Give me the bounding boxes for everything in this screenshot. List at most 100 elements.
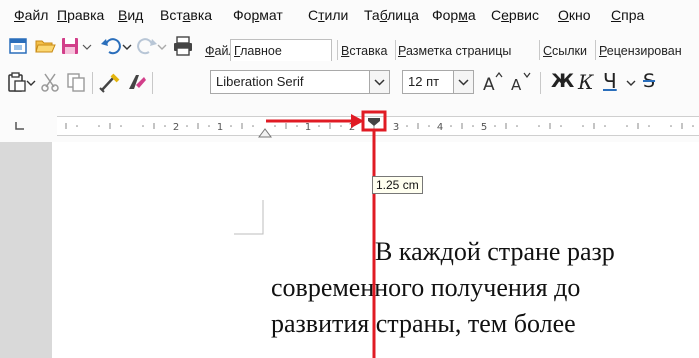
menu-file[interactable]: Файл bbox=[14, 7, 48, 23]
svg-text:A: A bbox=[511, 76, 522, 94]
cut-icon[interactable] bbox=[40, 72, 60, 92]
ruler-label: 5 bbox=[481, 122, 487, 133]
tab-references[interactable]: Ссылки bbox=[543, 44, 587, 58]
ruler-tick bbox=[164, 125, 166, 127]
menu-form[interactable]: Форма bbox=[432, 7, 476, 23]
bold-button[interactable]: Ж bbox=[551, 70, 574, 92]
svg-text:A: A bbox=[483, 75, 495, 94]
ruler-tick bbox=[208, 125, 210, 127]
tab-stop-type-icon[interactable] bbox=[14, 120, 26, 132]
ruler-tick bbox=[252, 125, 254, 127]
save-icon[interactable] bbox=[60, 36, 80, 56]
clone-formatting-icon[interactable] bbox=[98, 71, 120, 93]
redo-icon[interactable] bbox=[136, 35, 158, 57]
tab-page-layout[interactable]: Разметка страницы bbox=[398, 44, 511, 58]
ruler-tick bbox=[428, 125, 430, 127]
ruler-tick bbox=[120, 125, 122, 127]
print-icon[interactable] bbox=[172, 35, 194, 57]
menu-styles[interactable]: Стили bbox=[308, 7, 348, 23]
ruler-tick bbox=[340, 125, 342, 127]
redo-dropdown-icon[interactable] bbox=[157, 38, 167, 54]
ruler-scale: 2 1 1 2 3 4 5 bbox=[65, 122, 694, 133]
menu-tools[interactable]: Сервис bbox=[491, 7, 539, 23]
ruler-tick bbox=[186, 125, 188, 127]
chevron-down-icon bbox=[374, 79, 385, 86]
ruler-tick bbox=[648, 125, 650, 127]
ruler-tick bbox=[384, 125, 386, 127]
ruler-tick bbox=[494, 125, 496, 127]
standard-toolbar: Файл Главное Вставка Разметка страницы С… bbox=[0, 30, 699, 62]
ruler-tick bbox=[142, 125, 144, 127]
ruler-label: 4 bbox=[437, 122, 443, 133]
menu-bar: Файл Правка Вид Вставка Формат Стили Таб… bbox=[0, 0, 699, 30]
copy-icon[interactable] bbox=[66, 72, 86, 92]
ruler-tick bbox=[230, 125, 232, 127]
font-name-dropdown-button[interactable] bbox=[369, 71, 389, 93]
tab-separator bbox=[337, 40, 338, 60]
underline-dropdown-icon[interactable] bbox=[626, 76, 636, 90]
paste-dropdown-icon[interactable] bbox=[26, 76, 36, 90]
ruler-tick bbox=[98, 125, 100, 127]
menu-format[interactable]: Формат bbox=[233, 7, 283, 23]
clear-formatting-icon[interactable] bbox=[124, 71, 146, 93]
font-size-combobox[interactable]: 12 пт bbox=[402, 70, 474, 94]
menu-insert[interactable]: Вставка bbox=[160, 7, 212, 23]
underline-button[interactable]: Ч bbox=[603, 69, 617, 93]
undo-icon[interactable] bbox=[100, 35, 122, 57]
save-dropdown-icon[interactable] bbox=[82, 38, 92, 54]
menu-view[interactable]: Вид bbox=[118, 7, 143, 23]
ruler-tick bbox=[670, 125, 672, 127]
paragraph-line: В каждой стране разр bbox=[375, 237, 615, 266]
paragraph-line: современного получения до bbox=[271, 273, 581, 302]
tab-home[interactable]: Главное bbox=[234, 44, 282, 58]
separator bbox=[92, 72, 93, 94]
increase-font-size-icon[interactable]: A bbox=[482, 70, 504, 94]
ruler-label: 1 bbox=[305, 122, 311, 133]
left-indent-marker[interactable] bbox=[258, 127, 272, 139]
italic-button[interactable]: К bbox=[578, 70, 593, 94]
paragraph-line: развития страны, тем более bbox=[271, 309, 576, 338]
font-name-combobox[interactable]: Liberation Serif bbox=[210, 70, 390, 94]
menu-table[interactable]: Таблица bbox=[364, 7, 419, 23]
horizontal-ruler[interactable]: 2 1 1 2 3 4 5 bbox=[57, 116, 699, 136]
menu-help[interactable]: Спра bbox=[611, 7, 644, 23]
font-size-value: 12 пт bbox=[408, 74, 440, 89]
ruler-label: 2 bbox=[173, 122, 179, 133]
font-size-dropdown-button[interactable] bbox=[453, 71, 473, 93]
strikethrough-button[interactable]: S bbox=[643, 70, 655, 92]
document-canvas: В каждой стране разр современного получе… bbox=[0, 142, 699, 358]
ruler-tick bbox=[604, 125, 606, 127]
undo-dropdown-icon[interactable] bbox=[122, 38, 132, 54]
font-name-value: Liberation Serif bbox=[216, 74, 304, 89]
tab-insert[interactable]: Вставка bbox=[341, 44, 387, 58]
indent-tooltip: 1.25 cm bbox=[372, 176, 423, 194]
menu-window[interactable]: Окно bbox=[558, 7, 591, 23]
ruler-tick bbox=[560, 125, 562, 127]
separator bbox=[152, 72, 153, 94]
ruler-tick bbox=[692, 125, 694, 127]
ruler-tick bbox=[406, 125, 408, 127]
separator bbox=[540, 72, 541, 94]
decrease-font-size-icon[interactable]: A bbox=[510, 70, 532, 94]
open-folder-icon[interactable] bbox=[34, 36, 56, 56]
tab-separator bbox=[539, 40, 540, 60]
tab-review[interactable]: Рецензирован bbox=[599, 44, 682, 58]
ruler-label: 2 bbox=[349, 122, 355, 133]
ruler-tick bbox=[582, 125, 584, 127]
formatting-toolbar: Liberation Serif 12 пт A A Ж К Ч S bbox=[0, 62, 699, 102]
ruler-tick bbox=[296, 125, 298, 127]
ruler-label: 1 bbox=[217, 122, 223, 133]
ruler-tick bbox=[626, 125, 628, 127]
chevron-down-icon bbox=[458, 79, 469, 86]
ruler-tick bbox=[538, 125, 540, 127]
ruler-tick bbox=[274, 125, 276, 127]
ruler-tick bbox=[76, 125, 78, 127]
ruler-label: 3 bbox=[393, 122, 399, 133]
ruler-tick bbox=[472, 125, 474, 127]
paste-icon[interactable] bbox=[6, 71, 26, 93]
tab-separator bbox=[395, 40, 396, 60]
document-page[interactable]: В каждой стране разр современного получе… bbox=[52, 142, 699, 358]
menu-edit[interactable]: Правка bbox=[57, 7, 104, 23]
ruler-tick bbox=[362, 125, 364, 127]
new-document-icon[interactable] bbox=[8, 36, 28, 56]
